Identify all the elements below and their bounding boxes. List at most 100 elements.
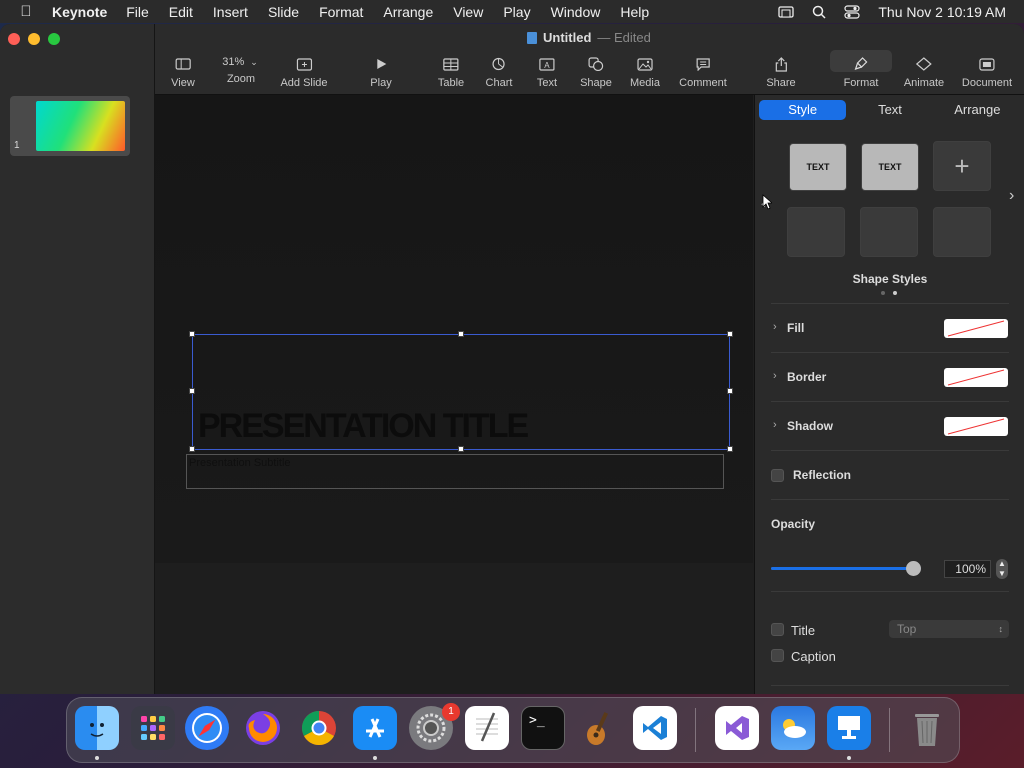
media-label: Media [630,77,660,89]
firefox-icon[interactable] [241,706,285,750]
shape-style-empty[interactable] [787,207,845,257]
tab-style[interactable]: Style [759,100,847,120]
add-slide-button[interactable]: Add Slide [280,54,328,89]
text-button[interactable]: A Text [537,54,557,89]
comment-button[interactable]: Comment [679,54,727,89]
menu-bar:  Keynote File Edit Insert Slide Format … [0,0,1024,23]
table-button[interactable]: Table [438,54,464,89]
divider [771,352,1009,353]
menu-arrange[interactable]: Arrange [383,4,433,20]
title-position-select[interactable]: Top ↕ [889,620,1009,638]
border-label[interactable]: Border [787,370,826,384]
resize-handle[interactable] [727,446,733,452]
shape-style-empty[interactable] [860,207,918,257]
border-swatch[interactable] [944,368,1008,387]
document-button[interactable]: Document [962,54,1012,89]
close-button[interactable] [8,33,20,45]
slide[interactable]: PRESENTATION TITLE Presentation Subtitle [155,95,753,563]
terminal-icon[interactable]: >_ [521,706,565,750]
menu-clock[interactable]: Thu Nov 2 10:19 AM [878,4,1006,20]
shadow-swatch[interactable] [944,417,1008,436]
control-center-icon[interactable] [844,4,860,19]
menu-slide[interactable]: Slide [268,4,299,20]
finder-icon[interactable] [75,706,119,750]
resize-handle[interactable] [189,446,195,452]
minimize-button[interactable] [28,33,40,45]
launchpad-icon[interactable] [131,706,175,750]
vscode-icon[interactable] [633,706,677,750]
shape-button[interactable]: Shape [580,54,612,89]
menu-file[interactable]: File [126,4,149,20]
menu-format[interactable]: Format [319,4,363,20]
resize-handle[interactable] [727,331,733,337]
zoom-button[interactable] [48,33,60,45]
resize-handle[interactable] [189,331,195,337]
menu-help[interactable]: Help [620,4,649,20]
document-label: Document [961,77,1013,89]
trash-icon[interactable] [905,706,949,750]
shape-style-preset[interactable]: TEXT [789,143,847,191]
play-icon [370,54,391,74]
caption-checkbox[interactable] [771,649,784,662]
menu-edit[interactable]: Edit [169,4,193,20]
chrome-icon[interactable] [297,706,341,750]
format-inspector: Style Text Arrange ‹ › TEXT TEXT + Shape… [754,95,1024,694]
resize-handle[interactable] [727,388,733,394]
keynote-icon[interactable] [827,706,871,750]
zoom-select[interactable]: 31% ⌄ [213,52,267,72]
chevron-right-icon[interactable]: › [1009,187,1014,205]
chevron-right-icon[interactable]: › [773,370,777,382]
search-icon[interactable] [812,5,826,19]
safari-icon[interactable] [185,706,229,750]
app-store-icon[interactable] [353,706,397,750]
play-button[interactable]: Play [370,54,392,89]
visual-studio-icon[interactable] [715,706,759,750]
share-button[interactable]: Share [766,54,796,89]
opacity-slider-knob[interactable] [906,561,921,576]
opacity-slider[interactable] [771,561,921,576]
format-button[interactable]: Format [844,54,878,89]
textedit-icon[interactable] [465,706,509,750]
chevron-right-icon[interactable]: › [773,419,777,431]
reflection-checkbox[interactable] [771,469,784,482]
title-checkbox[interactable] [771,623,784,636]
apple-menu-icon[interactable]:  [0,3,52,20]
media-button[interactable]: Media [630,54,660,89]
garageband-icon[interactable] [577,706,621,750]
slide-canvas[interactable]: PRESENTATION TITLE Presentation Subtitle [155,95,753,694]
view-button[interactable]: View [171,54,195,89]
menu-play[interactable]: Play [503,4,530,20]
menu-insert[interactable]: Insert [213,4,248,20]
screen-mirroring-icon[interactable] [778,5,795,18]
resize-handle[interactable] [458,446,464,452]
menu-app-name[interactable]: Keynote [52,4,107,20]
plus-icon: + [954,150,970,181]
opacity-input[interactable]: 100% [944,560,991,578]
page-dot[interactable] [881,291,885,295]
animate-button[interactable]: Animate [904,54,944,89]
resize-handle[interactable] [189,388,195,394]
opacity-stepper[interactable]: ▲ ▼ [996,559,1008,579]
tab-arrange[interactable]: Arrange [934,100,1021,120]
fill-swatch[interactable] [944,319,1008,338]
inspector-tabs: Style Text Arrange [759,100,1021,120]
fill-label[interactable]: Fill [787,321,804,335]
chevron-right-icon[interactable]: › [773,321,777,333]
document-name[interactable]: Untitled [543,30,591,45]
shape-style-empty[interactable] [933,207,991,257]
slide-subtitle-text[interactable]: Presentation Subtitle [189,457,291,469]
page-dot-active[interactable] [893,291,897,295]
shape-styles-label: Shape Styles [852,272,928,286]
chart-button[interactable]: Chart [486,54,513,89]
title-selection-box[interactable] [192,334,730,450]
menu-window[interactable]: Window [551,4,601,20]
tab-text[interactable]: Text [846,100,933,120]
shadow-label[interactable]: Shadow [787,419,833,433]
menu-view[interactable]: View [453,4,483,20]
resize-handle[interactable] [458,331,464,337]
shape-style-preset[interactable]: TEXT [861,143,919,191]
weather-icon[interactable] [771,706,815,750]
add-style-button[interactable]: + [933,141,991,191]
slide-thumbnail[interactable] [36,101,125,151]
chart-icon [486,54,513,74]
